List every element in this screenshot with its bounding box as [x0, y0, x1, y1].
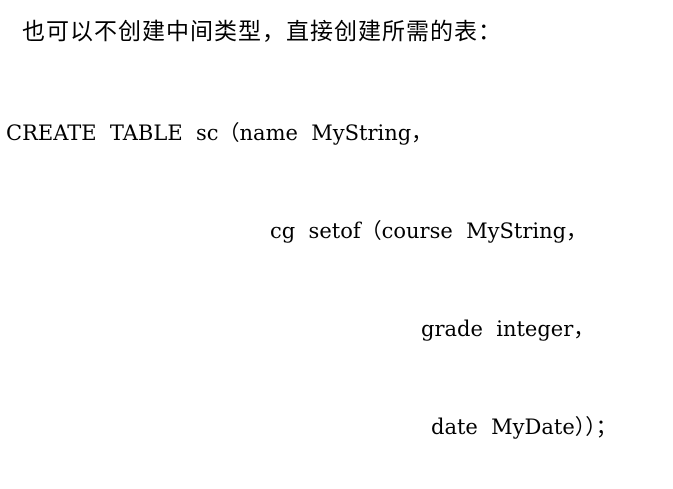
- code-line: grade integer，: [421, 317, 595, 341]
- code-line: CREATE TABLE sc（name MyString，: [6, 121, 433, 145]
- code-line: cg setof（course MyString，: [270, 219, 588, 243]
- section-heading: 也可以不创建中间类型，直接创建所需的表：: [22, 19, 502, 45]
- code-line: date MyDate））；: [431, 415, 617, 439]
